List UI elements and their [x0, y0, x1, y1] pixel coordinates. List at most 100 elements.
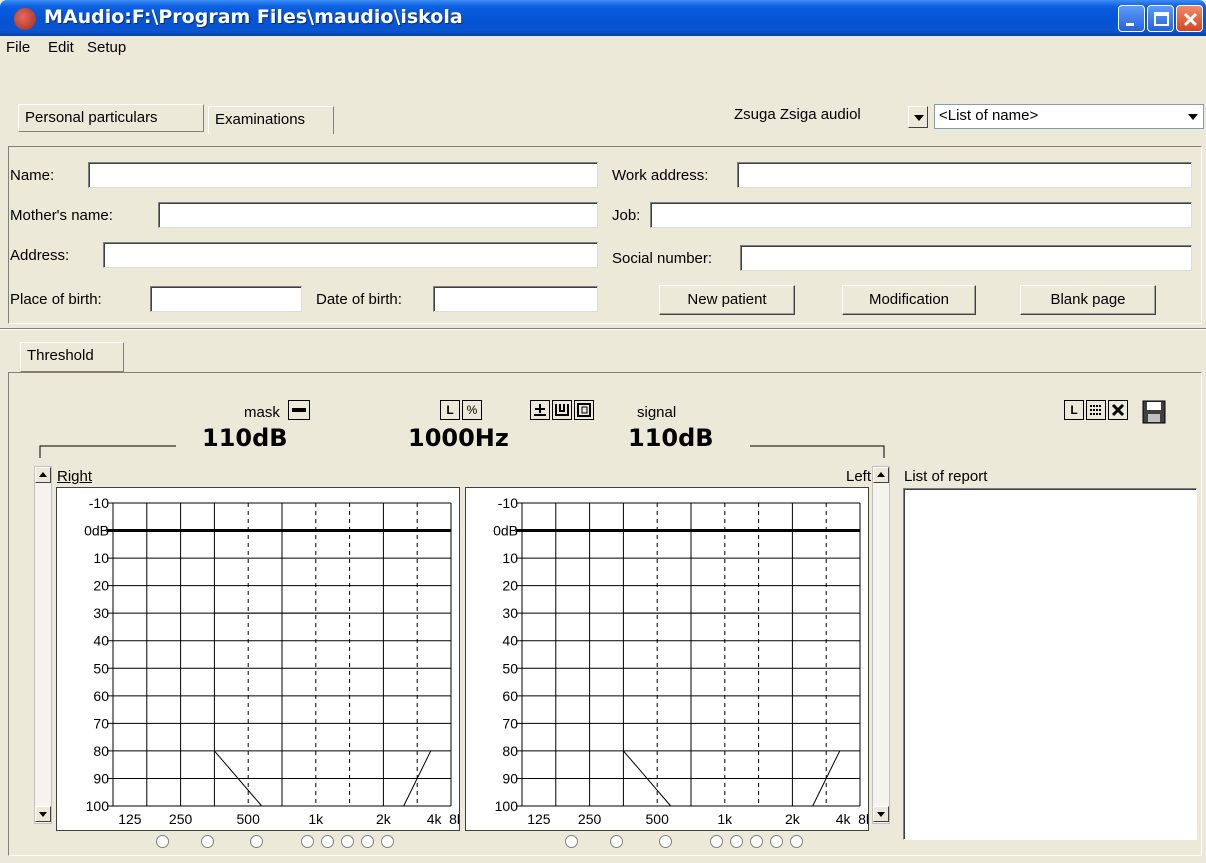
y-tick-label: 80 [93, 743, 109, 759]
percent-toggle[interactable]: % [462, 400, 482, 420]
menu-setup[interactable]: Setup [87, 39, 126, 56]
left-scrollbar[interactable] [34, 466, 52, 824]
tab-examinations[interactable]: Examinations [208, 106, 334, 134]
birthdate-field[interactable] [433, 286, 598, 312]
x-tick-label: 2k [785, 811, 801, 827]
close-button[interactable] [1176, 5, 1203, 32]
frequency-radio[interactable] [361, 835, 374, 848]
right-scroll-up[interactable] [873, 467, 889, 483]
tab-label: Examinations [215, 111, 306, 128]
work-address-field[interactable] [737, 162, 1192, 188]
frequency-radio[interactable] [730, 835, 743, 848]
audiometer-select[interactable]: Zsuga Zsiga audiol [730, 104, 906, 129]
x-tick-label: 250 [578, 811, 602, 827]
left-scroll-down[interactable] [35, 806, 51, 822]
floppy-disk-icon [1142, 400, 1166, 424]
y-tick-label: 30 [502, 605, 518, 621]
name-field[interactable] [88, 162, 598, 188]
y-tick-label: 30 [93, 605, 109, 621]
frequency-radio[interactable] [321, 835, 334, 848]
y-tick-label: 60 [93, 688, 109, 704]
x-tick-label: 500 [646, 811, 670, 827]
tab-threshold[interactable]: Threshold [20, 342, 124, 372]
y-tick-label: -10 [89, 495, 109, 511]
y-tick-label: 20 [502, 578, 518, 594]
y-tick-label: 10 [93, 550, 109, 566]
blank-page-button[interactable]: Blank page [1020, 285, 1156, 315]
left-scroll-up[interactable] [35, 467, 51, 483]
x-tick-label: 8kHz [858, 811, 868, 827]
frequency-radio[interactable] [565, 835, 578, 848]
y-tick-label: 90 [502, 770, 518, 786]
close-icon [1183, 12, 1198, 27]
frequency-radio[interactable] [710, 835, 723, 848]
report-l-button[interactable]: L [1064, 400, 1084, 420]
audiometer-dropdown-button[interactable] [908, 106, 928, 128]
x-tick-label: 250 [169, 811, 193, 827]
y-tick-label: 40 [93, 633, 109, 649]
birthplace-field[interactable] [150, 286, 302, 312]
frequency-radio[interactable] [301, 835, 314, 848]
job-field[interactable] [650, 202, 1192, 228]
chevron-down-icon [1188, 114, 1198, 120]
minimize-button[interactable] [1118, 5, 1145, 32]
frequency-radio[interactable] [341, 835, 354, 848]
mask-toggle-button[interactable] [288, 400, 310, 420]
menu-edit[interactable]: Edit [48, 39, 74, 56]
mother-name-label: Mother's name: [10, 207, 113, 224]
menu-file[interactable]: File [6, 39, 30, 56]
divider [0, 328, 1206, 330]
x-tick-label: 2k [376, 811, 392, 827]
x-tick-label: 4k [427, 811, 443, 827]
modification-button[interactable]: Modification [842, 285, 976, 315]
right-scroll-down[interactable] [873, 806, 889, 822]
frequency-radio[interactable] [381, 835, 394, 848]
frequency-radio[interactable] [770, 835, 783, 848]
frequency-radio[interactable] [156, 835, 169, 848]
tab-label: Threshold [27, 347, 94, 364]
x-tick-label: 500 [237, 811, 261, 827]
ear-left-toggle[interactable]: L [440, 400, 460, 420]
name-list-select[interactable]: <List of name> [934, 104, 1204, 129]
frequency-radio[interactable] [790, 835, 803, 848]
frequency-radio[interactable] [750, 835, 763, 848]
save-button[interactable] [1140, 398, 1168, 426]
frame-toggle[interactable] [574, 400, 594, 420]
channel-bracket [39, 445, 885, 458]
mother-name-field[interactable] [158, 202, 598, 228]
name-list-dropdown-button[interactable] [1182, 104, 1204, 129]
x-tick-label: 1k [717, 811, 733, 827]
y-tick-label: 100 [86, 798, 110, 814]
bone-conduction-toggle[interactable] [530, 400, 550, 420]
y-tick-label: 0dB [84, 523, 109, 539]
right-ear-label: Right [57, 468, 93, 485]
birthplace-label: Place of birth: [10, 291, 102, 308]
y-tick-label: 60 [502, 688, 518, 704]
report-delete-button[interactable] [1108, 400, 1128, 420]
social-number-field[interactable] [740, 245, 1192, 271]
y-tick-label: 70 [502, 715, 518, 731]
tab-label: Personal particulars [25, 109, 158, 126]
report-list[interactable] [903, 488, 1197, 840]
l-icon: L [1070, 403, 1078, 417]
tab-personal-particulars[interactable]: Personal particulars [18, 104, 204, 132]
app-icon [14, 8, 36, 30]
new-patient-button[interactable]: New patient [659, 285, 795, 315]
right-scrollbar[interactable] [872, 466, 890, 824]
y-tick-label: 50 [502, 660, 518, 676]
frequency-radio[interactable] [201, 835, 214, 848]
right-audiogram[interactable]: -10 0dB 10 20 30 40 50 60 70 80 90 100 125 250 500 1k 2k… [56, 487, 481, 831]
address-field[interactable] [103, 242, 598, 268]
frequency-radio[interactable] [610, 835, 623, 848]
frequency-radio[interactable] [659, 835, 672, 848]
report-list-button[interactable] [1086, 400, 1106, 420]
maximize-button[interactable] [1147, 5, 1174, 32]
job-label: Job: [612, 207, 641, 224]
name-label: Name: [10, 167, 55, 184]
window-title: MAudio:F:\Program Files\maudio\iskola [44, 6, 463, 28]
masking-toggle[interactable] [552, 400, 572, 420]
menu-bar [0, 36, 1206, 62]
y-tick-label: 50 [93, 660, 109, 676]
left-audiogram[interactable]: -10 0dB 10 20 30 40 50 60 70 80 90 100 125 250 500 1k 2k… [465, 487, 890, 831]
frequency-radio[interactable] [250, 835, 263, 848]
